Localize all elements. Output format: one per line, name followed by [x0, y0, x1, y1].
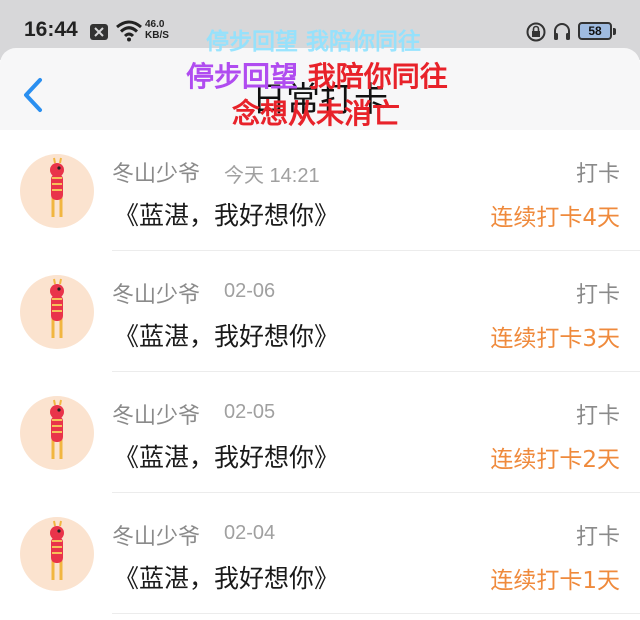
checkin-row[interactable]: 冬山少爷 02-05 打卡 《蓝湛，我好想你》 连续打卡2天: [0, 372, 640, 493]
avatar[interactable]: [20, 396, 94, 470]
avatar[interactable]: [20, 275, 94, 349]
notification-icon: [90, 24, 108, 44]
username: 冬山少爷: [112, 283, 201, 308]
username: 冬山少爷: [112, 525, 201, 550]
lock-icon: [526, 22, 546, 46]
checkin-time: 今天 14:21: [224, 165, 320, 187]
username: 冬山少爷: [112, 162, 201, 187]
checkin-row[interactable]: 冬山少爷 02-06 打卡 《蓝湛，我好想你》 连续打卡3天: [0, 251, 640, 372]
wifi-icon: [116, 20, 142, 46]
checkin-row[interactable]: 冬山少爷 今天 14:21 打卡 《蓝湛，我好想你》 连续打卡4天: [0, 130, 640, 251]
overlay-caption-line2: 停步回望 我陪你同往: [186, 55, 448, 95]
checkin-time: 02-04: [224, 522, 276, 544]
checkin-content: 《蓝湛，我好想你》: [114, 201, 340, 230]
checkin-button[interactable]: 打卡: [576, 156, 620, 188]
giraffe-avatar-icon: [50, 520, 64, 580]
checkin-button[interactable]: 打卡: [576, 277, 620, 309]
checkin-row[interactable]: 冬山少爷 02-04 打卡 《蓝湛，我好想你》 连续打卡1天: [0, 493, 640, 614]
checkin-content: 《蓝湛，我好想你》: [114, 322, 340, 351]
network-speed: 46.0 KB/S: [145, 19, 181, 41]
overlay-caption-line2-b: 我陪你同往: [307, 60, 448, 93]
overlay-caption-line2-a: 停步回望: [186, 60, 299, 93]
giraffe-avatar-icon: [50, 399, 64, 459]
status-time: 16:44: [24, 18, 78, 41]
checkin-time: 02-05: [224, 401, 276, 423]
avatar[interactable]: [20, 517, 94, 591]
giraffe-avatar-icon: [50, 278, 64, 338]
checkin-list: 冬山少爷 今天 14:21 打卡 《蓝湛，我好想你》 连续打卡4天 冬山少爷 0…: [0, 130, 640, 614]
username: 冬山少爷: [112, 404, 201, 429]
checkin-time: 02-06: [224, 280, 276, 302]
streak-label: 连续打卡2天: [490, 447, 620, 473]
streak-label: 连续打卡4天: [490, 205, 620, 231]
overlay-caption-line3: 念想从未消亡: [232, 97, 401, 130]
checkin-button[interactable]: 打卡: [576, 398, 620, 430]
network-speed-value: 46.0: [145, 19, 165, 30]
streak-label: 连续打卡3天: [490, 326, 620, 352]
avatar[interactable]: [20, 154, 94, 228]
checkin-content: 《蓝湛，我好想你》: [114, 564, 340, 593]
checkin-content: 《蓝湛，我好想你》: [114, 443, 340, 472]
overlay-caption-line1: 停步回望 我陪你同往: [206, 29, 422, 55]
checkin-screen: 16:44 46.0 KB/S 58 日常打卡 停步回望 我陪你同往 停步回望 …: [0, 0, 640, 620]
headphones-icon: [552, 22, 572, 46]
battery-indicator: 58: [578, 22, 616, 40]
row-divider: [112, 613, 640, 614]
network-speed-unit: KB/S: [145, 30, 169, 41]
checkin-button[interactable]: 打卡: [576, 519, 620, 551]
streak-label: 连续打卡1天: [490, 568, 620, 594]
giraffe-avatar-icon: [50, 157, 64, 217]
